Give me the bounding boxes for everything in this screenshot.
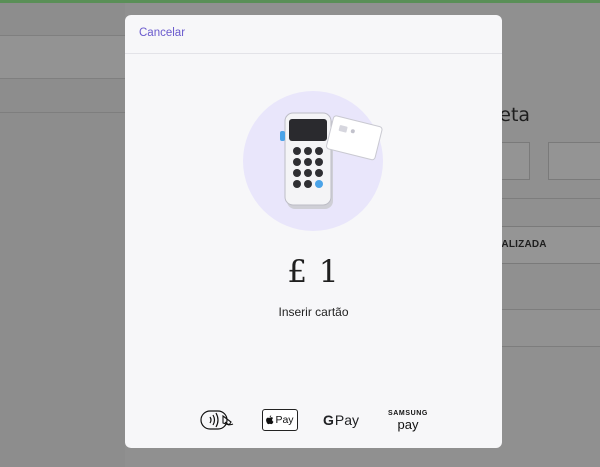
background-input-box bbox=[548, 142, 600, 180]
google-pay-label: Pay bbox=[334, 412, 359, 428]
google-pay-badge: GPay bbox=[321, 407, 361, 433]
card-reader-illustration bbox=[243, 91, 383, 231]
payment-status: Inserir cartão bbox=[278, 305, 349, 319]
background-sidebar-row bbox=[0, 35, 125, 79]
samsung-pay-label: pay bbox=[397, 416, 419, 432]
google-g-logo: G bbox=[322, 412, 334, 428]
apple-logo-icon bbox=[266, 414, 274, 424]
payment-amount: £ 1 bbox=[287, 254, 340, 290]
apple-pay-badge: Pay bbox=[261, 407, 298, 433]
contactless-icon bbox=[200, 410, 234, 430]
samsung-pay-badge: SAMSUNG pay bbox=[384, 407, 432, 433]
payment-modal: Cancelar £ 1 Inserir cartão Pay GPay SAM… bbox=[125, 15, 502, 448]
apple-pay-label: Pay bbox=[275, 414, 294, 426]
card-reader-icon bbox=[243, 91, 383, 231]
modal-header: Cancelar bbox=[125, 15, 502, 54]
apple-pay-box: Pay bbox=[261, 409, 298, 431]
payment-methods: Pay GPay SAMSUNG pay bbox=[125, 407, 502, 433]
background-divider bbox=[0, 112, 125, 113]
contactless-badge bbox=[199, 407, 237, 433]
cancel-button[interactable]: Cancelar bbox=[139, 27, 185, 39]
